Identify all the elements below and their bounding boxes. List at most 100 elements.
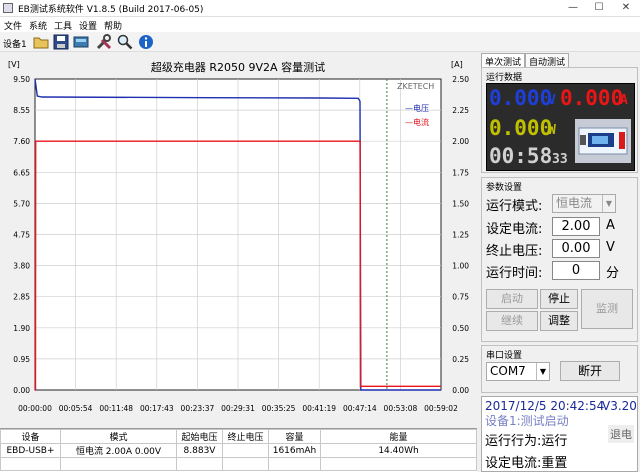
close-button[interactable]: ✕ [613,0,639,17]
y-right-tick-label: 0.00 [452,386,469,395]
save-icon[interactable] [53,34,69,50]
capacity-chart: 超级充电器 R2050 9V2A 容量测试 [V] [A] 9.50 8.55 7.60 6… [8,60,469,413]
port-select[interactable]: COM7 ▼ [486,362,550,381]
serial-group: 串口设置 COM7 ▼ 断开 [481,345,638,393]
voltage-unit: V [548,93,556,108]
status-line-3: 设定电流:重置 [485,456,568,471]
minimize-button[interactable]: — [560,0,586,17]
run-time-label: 运行时间: [486,266,543,281]
table-cell: 14.40Wh [320,443,477,458]
x-tick-label: 00:41:19 [302,404,336,413]
port-value: COM7 [490,364,526,378]
control-panel: 单次测试 自动测试 运行数据 0.000 V 0.000 A 0.000 W 0… [479,53,640,472]
table-cell [222,443,269,458]
table-header: 能量 [320,429,477,444]
y-left-tick-label: 3.80 [13,262,30,271]
device-label: 设备1 [3,40,27,50]
y-right-tick-label: 0.25 [452,355,469,364]
y-left-tick-label: 0.00 [13,386,30,395]
tab-single-test[interactable]: 单次测试 [481,53,526,68]
y-left-unit: [V] [8,60,20,69]
tab-auto-test[interactable]: 自动测试 [525,53,570,68]
y-left-tick-label: 6.65 [13,168,30,177]
y-right-tick-label: 1.25 [452,231,469,240]
y-left-tick-label: 5.70 [13,199,30,208]
y-right-tick-label: 0.50 [452,324,469,333]
overlay-watermark: 退电 [608,425,634,443]
start-button[interactable]: 启动 [486,289,538,309]
y-left-tick-label: 1.90 [13,324,30,333]
y-right-tick-label: 1.50 [452,199,469,208]
x-tick-label: 00:17:43 [140,404,174,413]
x-tick-label: 00:47:14 [343,404,377,413]
maximize-button[interactable]: ☐ [586,0,612,17]
table-row[interactable]: EBD-USB+ 恒电流 2.00A 0.00V 8.883V 1616mAh … [0,443,477,458]
monitor-button[interactable]: 监测 [581,289,633,329]
title-bar: EB测试系统软件 V1.8.5 (Build 2017-06-05) — ☐ ✕ [0,0,640,17]
toolbar: 设备1 [0,32,640,52]
x-tick-label: 00:29:31 [221,404,255,413]
menu-settings[interactable]: 设置 [79,19,97,32]
voltage-readout: 0.000 [489,86,553,110]
set-current-unit: A [606,218,615,233]
table-header: 模式 [60,429,177,444]
power-unit: W [548,123,556,138]
y-right-tick-label: 2.50 [452,75,469,84]
status-datetime: 2017/12/5 20:42:54 [485,399,605,413]
param-group: 参数设置 运行模式: 恒电流 ▼ 设定电流: 2.00 A 终止电压: 0.00… [481,177,638,342]
legend-voltage: —电压 [405,103,429,113]
x-tick-label: 00:53:08 [384,404,418,413]
table-cell: 8.883V [176,443,223,458]
mode-select[interactable]: 恒电流 ▼ [552,194,616,213]
adjust-button[interactable]: 调整 [540,311,578,331]
x-tick-label: 00:35:25 [262,404,296,413]
y-right-tick-label: 2.00 [452,137,469,146]
stop-button[interactable]: 停止 [540,289,578,309]
digital-display: 0.000 V 0.000 A 0.000 W 00:58 33 [486,83,635,171]
run-time-unit: 分 [606,266,620,281]
table-row [0,457,477,471]
chevron-down-icon: ▼ [602,195,615,212]
status-line-1: 设备1:测试启动 [485,414,569,428]
table-cell: 恒电流 2.00A 0.00V [60,443,177,458]
y-right-tick-label: 1.75 [452,168,469,177]
y-left-tick-label: 9.50 [13,75,30,84]
set-current-input[interactable]: 2.00 [552,217,600,236]
info-icon[interactable] [138,34,154,50]
menu-help[interactable]: 帮助 [104,19,122,32]
power-readout: 0.000 [489,116,553,140]
x-tick-label: 00:23:37 [181,404,215,413]
chart-title: 超级充电器 R2050 9V2A 容量测试 [151,60,325,74]
run-time-input[interactable]: 0 [552,261,600,280]
x-tick-label: 00:00:00 [18,404,52,413]
app-icon [3,3,13,13]
time-seconds: 33 [552,152,568,167]
menu-tools[interactable]: 工具 [54,19,72,32]
disconnect-button[interactable]: 断开 [560,361,620,381]
tools-icon[interactable] [96,34,112,50]
x-tick-label: 00:11:48 [99,404,133,413]
y-right-tick-label: 1.00 [452,262,469,271]
table-header-row: 设备 模式 起始电压 终止电压 容量 能量 [0,429,477,444]
y-right-tick-label: 2.25 [452,106,469,115]
stop-voltage-input[interactable]: 0.00 [552,239,600,258]
screen-icon[interactable] [73,34,89,50]
menu-system[interactable]: 系统 [29,19,47,32]
status-version: V3.20 [602,399,637,413]
stop-voltage-label: 终止电压: [486,244,543,259]
table-header: 设备 [0,429,61,444]
status-line-2: 运行行为:运行 [485,434,568,449]
table-header: 起始电压 [176,429,223,444]
y-left-tick-label: 4.75 [13,231,30,240]
table-cell: 1616mAh [268,443,321,458]
y-right-tick-label: 0.75 [452,293,469,302]
open-icon[interactable] [33,34,49,50]
legend-current: —电流 [405,117,429,127]
menu-file[interactable]: 文件 [4,19,22,32]
stop-voltage-unit: V [606,240,615,255]
table-cell: EBD-USB+ [0,443,61,458]
time-readout: 00:58 [489,144,553,168]
continue-button[interactable]: 继续 [486,311,538,331]
zoom-icon[interactable] [117,34,133,50]
y-left-tick-label: 8.55 [13,106,30,115]
